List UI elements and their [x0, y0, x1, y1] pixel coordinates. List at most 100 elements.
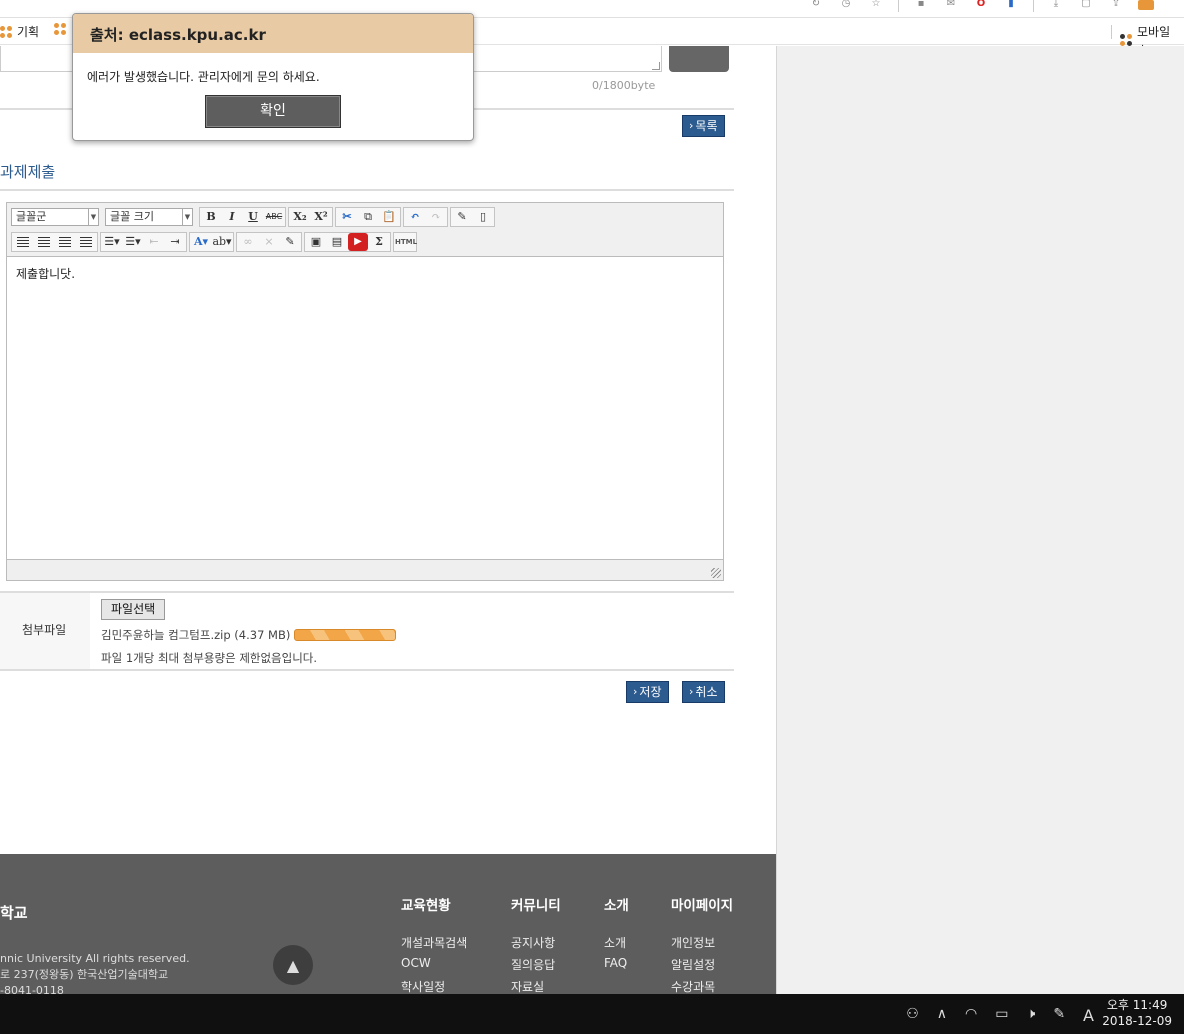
- image-icon[interactable]: ▣: [306, 233, 326, 251]
- footer-link[interactable]: 개설과목검색: [401, 934, 467, 956]
- star-icon[interactable]: ☆: [868, 0, 884, 8]
- resize-grip-icon[interactable]: [652, 62, 660, 70]
- clock-date: 2018-12-09: [1102, 1014, 1172, 1028]
- youtube-icon[interactable]: ▶: [348, 233, 368, 251]
- color-group: A▾ ab▾: [189, 232, 234, 252]
- upload-progress-bar: [294, 629, 397, 641]
- opera-icon[interactable]: O: [973, 0, 989, 8]
- list-button[interactable]: › 목록: [682, 115, 725, 137]
- apps-grid-icon: [54, 23, 66, 35]
- battery-icon[interactable]: ▭: [995, 1006, 1008, 1025]
- save-button[interactable]: › 저장: [626, 681, 669, 703]
- unlink-icon[interactable]: ⨯: [259, 233, 279, 251]
- footer-link[interactable]: 질의응답: [511, 956, 561, 978]
- clean-group: ✎ ▯: [450, 207, 495, 227]
- font-color-icon[interactable]: A▾: [191, 233, 211, 251]
- chevron-right-icon: ›: [633, 685, 638, 698]
- comment-confirm-button[interactable]: 확인: [669, 46, 729, 72]
- italic-icon[interactable]: I: [222, 208, 242, 226]
- footer-heading: 마이페이지: [671, 898, 734, 914]
- page-right-background: [776, 46, 1184, 994]
- footer-link[interactable]: OCW: [401, 956, 467, 978]
- chevron-up-icon[interactable]: ∧: [937, 1006, 947, 1025]
- align-justify-icon[interactable]: [76, 233, 96, 251]
- resize-grip-icon[interactable]: [711, 568, 721, 578]
- reload-icon[interactable]: ↻: [808, 0, 824, 8]
- list-button-label: 목록: [695, 119, 718, 133]
- footer-link[interactable]: 알림설정: [671, 956, 733, 978]
- format-clear-icon[interactable]: ✎: [452, 208, 472, 226]
- cut-icon[interactable]: ✂: [337, 208, 357, 226]
- font-family-value: 글꼴군: [16, 210, 47, 223]
- link-group: ∞ ⨯ ✎: [236, 232, 302, 252]
- ime-indicator[interactable]: A: [1083, 1006, 1094, 1025]
- font-family-select[interactable]: 글꼴군 ▼: [11, 208, 99, 226]
- paste-icon[interactable]: 📋: [379, 208, 399, 226]
- file-select-button[interactable]: 파일선택: [101, 599, 166, 620]
- people-icon[interactable]: ⚇: [906, 1006, 919, 1025]
- wifi-icon[interactable]: ◠: [965, 1006, 977, 1025]
- edit-icon[interactable]: ✎: [280, 233, 300, 251]
- footer-link[interactable]: 소개: [604, 934, 629, 956]
- toolbar-divider: [1033, 0, 1034, 12]
- undo-icon[interactable]: ↶: [405, 208, 425, 226]
- download-icon[interactable]: ⤓: [1048, 0, 1064, 8]
- taskbar-clock[interactable]: 오후 11:49 2018-12-09: [1102, 997, 1172, 1029]
- apps-grid-icon: [0, 25, 12, 38]
- attachment-note: 파일 1개당 최대 첨부용량은 제한없음입니다.: [101, 651, 318, 665]
- capture-icon[interactable]: ▢: [1078, 0, 1094, 8]
- footer-link[interactable]: FAQ: [604, 956, 629, 978]
- chart-extension-icon[interactable]: ▮: [1003, 0, 1019, 8]
- scroll-to-top-button[interactable]: ▲: [273, 945, 313, 985]
- mail-icon[interactable]: ✉: [943, 0, 959, 8]
- alert-dialog: 출처: eclass.kpu.ac.kr 에러가 발생했습니다. 관리자에게 문…: [72, 13, 474, 141]
- outdent-icon[interactable]: ⇤: [144, 233, 164, 251]
- underline-icon[interactable]: U: [243, 208, 263, 226]
- editor-status-bar: [7, 560, 723, 580]
- media-group: ▣ ▤ ▶ Σ: [304, 232, 391, 252]
- html-source-icon[interactable]: HTML: [395, 233, 417, 251]
- redo-icon[interactable]: ↷: [426, 208, 446, 226]
- align-center-icon[interactable]: [34, 233, 54, 251]
- editor-content-area[interactable]: 제출합니닷.: [7, 257, 723, 560]
- system-tray: ⚇ ∧ ◠ ▭ 🕨 ✎ A: [906, 1006, 1094, 1025]
- dialog-ok-button[interactable]: 확인: [205, 95, 341, 128]
- bookmark-item[interactable]: 기획: [0, 23, 39, 40]
- apps-grid-icon: [1120, 34, 1132, 46]
- volume-mute-icon[interactable]: 🕨: [1026, 1006, 1035, 1025]
- footer-link[interactable]: 공지사항: [511, 934, 561, 956]
- footer-column-mypage: 마이페이지 개인정보 알림설정 수강과목: [671, 894, 733, 1000]
- list-group: ☰▾ ☰▾ ⇤ ⇥: [100, 232, 187, 252]
- link-icon[interactable]: ∞: [238, 233, 258, 251]
- divider: [0, 591, 734, 593]
- extension-icon[interactable]: ▪: [913, 0, 929, 8]
- history-icon[interactable]: ◷: [838, 0, 854, 8]
- subscript-icon[interactable]: X₂: [290, 208, 310, 226]
- align-right-icon[interactable]: [55, 233, 75, 251]
- bookmark-item[interactable]: [54, 23, 66, 35]
- font-size-select[interactable]: 글꼴 크기 ▼: [105, 208, 193, 226]
- bullet-list-icon[interactable]: ☰▾: [123, 233, 143, 251]
- film-icon[interactable]: ▤: [327, 233, 347, 251]
- share-icon[interactable]: ⇪: [1108, 0, 1124, 8]
- copy-icon[interactable]: ⧉: [358, 208, 378, 226]
- footer-column-community: 커뮤니티 공지사항 질의응답 자료실: [511, 894, 561, 1000]
- highlight-color-icon[interactable]: ab▾: [212, 233, 232, 251]
- new-page-icon[interactable]: ▯: [473, 208, 493, 226]
- ordered-list-icon[interactable]: ☰▾: [102, 233, 122, 251]
- cancel-button[interactable]: › 취소: [682, 681, 725, 703]
- pen-icon[interactable]: ✎: [1053, 1006, 1065, 1025]
- sigma-icon[interactable]: Σ: [369, 233, 389, 251]
- rich-text-editor: 글꼴군 ▼ 글꼴 크기 ▼ B I U ABC X₂ X² ✂ ⧉ 📋 ↶ ↷ …: [6, 202, 724, 581]
- bookmark-divider: [1111, 25, 1112, 39]
- strikethrough-icon[interactable]: ABC: [264, 208, 284, 226]
- profile-icon[interactable]: [1138, 0, 1154, 10]
- byte-counter: 0/1800byte: [592, 79, 656, 92]
- align-left-icon[interactable]: [13, 233, 33, 251]
- superscript-icon[interactable]: X²: [311, 208, 331, 226]
- footer-link[interactable]: 개인정보: [671, 934, 733, 956]
- toolbar-divider: [898, 0, 899, 12]
- bold-icon[interactable]: B: [201, 208, 221, 226]
- indent-icon[interactable]: ⇥: [165, 233, 185, 251]
- footer-school-name: 학교: [0, 904, 28, 922]
